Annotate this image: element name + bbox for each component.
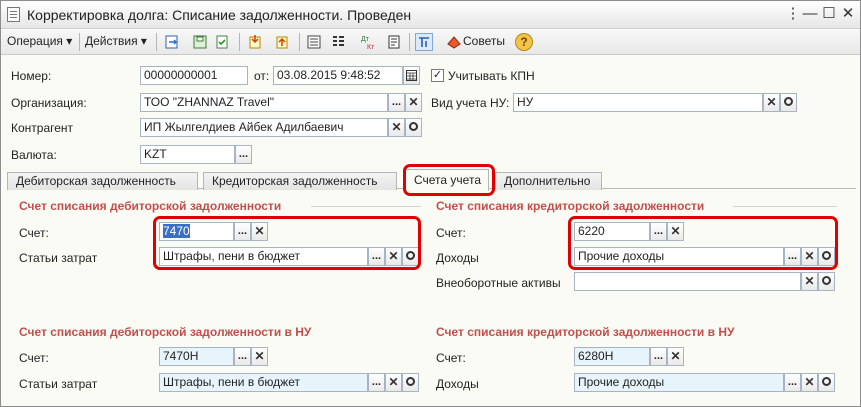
- credit-nu-account-choose-button[interactable]: ...: [650, 347, 667, 366]
- search-icon: [822, 276, 831, 285]
- search-icon: [409, 122, 418, 131]
- subordinate-structure-icon[interactable]: [415, 33, 433, 51]
- debit-section-title: Счет списания дебиторской задолженности: [19, 199, 282, 213]
- debit-highlight-frame: [153, 216, 421, 270]
- accounting-type-search-button[interactable]: [780, 93, 797, 112]
- debit-nu-expense-choose-button[interactable]: ...: [368, 373, 385, 392]
- create-based-on-icon[interactable]: [273, 33, 291, 51]
- credit-income-label: Доходы: [436, 251, 479, 265]
- debit-nu-account-choose-button[interactable]: ...: [234, 347, 251, 366]
- credit-account-label: Счет:: [436, 226, 466, 240]
- debit-nu-account-field[interactable]: 7470Н: [159, 347, 234, 366]
- number-label: Номер:: [11, 69, 52, 83]
- window-menu-button[interactable]: ⋮: [784, 6, 802, 22]
- credit-nu-income-choose-button[interactable]: ...: [784, 373, 801, 392]
- credit-section-title: Счет списания кредиторской задолженности: [436, 199, 705, 213]
- number-field[interactable]: 00000000001: [140, 66, 248, 85]
- noncurrent-assets-label: Внеоборотные активы: [436, 276, 561, 290]
- credit-nu-section-title: Счет списания кредиторской задолженности…: [436, 325, 735, 339]
- debit-nu-section-title: Счет списания дебиторской задолженности …: [19, 325, 312, 339]
- credit-nu-account-clear-button[interactable]: ✕: [667, 347, 684, 366]
- post-and-close-icon[interactable]: [163, 33, 181, 51]
- search-icon: [784, 97, 793, 106]
- noncurrent-assets-clear-button[interactable]: ✕: [801, 272, 818, 291]
- credit-nu-income-field[interactable]: Прочие доходы: [574, 373, 784, 392]
- credit-nu-account-field[interactable]: 6280Н: [574, 347, 650, 366]
- post-icon[interactable]: [213, 33, 231, 51]
- organization-clear-button[interactable]: ✕: [405, 93, 422, 112]
- organization-label: Организация:: [11, 96, 87, 110]
- form-content: Номер: 00000000001 от: 03.08.2015 9:48:5…: [1, 56, 860, 406]
- debit-nu-expense-clear-button[interactable]: ✕: [385, 373, 402, 392]
- debit-nu-expense-label: Статьи затрат: [19, 377, 98, 391]
- dt-kt-icon[interactable]: Дт Кт: [360, 33, 378, 51]
- accounting-type-label: Вид учета НУ:: [431, 96, 510, 110]
- document-icon: [7, 7, 20, 22]
- window-title: Корректировка долга: Списание задолженно…: [27, 7, 412, 23]
- contractor-search-button[interactable]: [405, 118, 422, 137]
- debit-nu-expense-search-button[interactable]: [402, 373, 419, 392]
- credit-nu-income-search-button[interactable]: [818, 373, 835, 392]
- structure-icon[interactable]: [329, 33, 347, 51]
- toolbar-separator: [409, 33, 410, 51]
- credit-nu-income-label: Доходы: [436, 377, 479, 391]
- help-icon[interactable]: ?: [515, 33, 533, 51]
- toolbar-separator: [79, 33, 80, 51]
- tips-icon[interactable]: [445, 33, 463, 51]
- organization-choose-button[interactable]: ...: [388, 93, 405, 112]
- debit-nu-account-clear-button[interactable]: ✕: [251, 347, 268, 366]
- kpn-checkbox[interactable]: ✓: [431, 69, 444, 82]
- document-window: Корректировка долга: Списание задолженно…: [0, 0, 861, 407]
- toolbar: Операция ▾ Действия ▾ Дт Кт Советы ?: [1, 29, 860, 55]
- close-button[interactable]: ✕: [839, 6, 857, 22]
- noncurrent-assets-field[interactable]: [574, 272, 801, 291]
- accounting-type-field[interactable]: НУ: [513, 93, 763, 112]
- contractor-label: Контрагент: [11, 121, 74, 135]
- noncurrent-assets-search-button[interactable]: [818, 272, 835, 291]
- tab-additional[interactable]: Дополнительно: [495, 172, 602, 190]
- debit-nu-expense-field[interactable]: Штрафы, пени в бюджет: [159, 373, 368, 392]
- tab-highlight-frame: [403, 164, 495, 196]
- search-icon: [406, 377, 415, 386]
- section-divider: [733, 206, 837, 207]
- accounting-type-clear-button[interactable]: ✕: [763, 93, 780, 112]
- date-field[interactable]: 03.08.2015 9:48:52: [273, 66, 403, 85]
- debit-expense-label: Статьи затрат: [19, 251, 98, 265]
- credit-nu-account-label: Счет:: [436, 351, 466, 365]
- contractor-field[interactable]: ИП Жылгелдиев Айбек Адилбаевич: [140, 118, 388, 137]
- title-bar: Корректировка долга: Списание задолженно…: [1, 1, 860, 29]
- svg-text:Дт: Дт: [361, 36, 370, 43]
- search-icon: [822, 377, 831, 386]
- maximize-button[interactable]: ☐: [820, 6, 838, 22]
- currency-field[interactable]: KZT: [140, 145, 235, 164]
- toolbar-separator: [299, 33, 300, 51]
- currency-choose-button[interactable]: ...: [235, 145, 252, 164]
- report-icon[interactable]: [385, 33, 403, 51]
- currency-label: Валюта:: [11, 148, 57, 162]
- credit-highlight-frame: [568, 216, 838, 270]
- save-icon[interactable]: [191, 33, 209, 51]
- toolbar-separator: [239, 33, 240, 51]
- operation-menu[interactable]: Операция ▾: [7, 34, 72, 48]
- section-divider: [311, 206, 421, 207]
- organization-field[interactable]: ТОО "ZHANNAZ Travel": [140, 93, 388, 112]
- calendar-button[interactable]: [403, 66, 420, 85]
- tab-receivables[interactable]: Дебиторская задолженность: [7, 172, 198, 190]
- list-icon[interactable]: [305, 33, 323, 51]
- tab-payables[interactable]: Кредиторская задолженность: [203, 172, 397, 190]
- fill-icon[interactable]: [246, 33, 264, 51]
- debit-nu-account-label: Счет:: [19, 351, 49, 365]
- kpn-label: Учитывать КПН: [448, 69, 535, 83]
- minimize-button[interactable]: —: [801, 6, 819, 22]
- contractor-clear-button[interactable]: ✕: [388, 118, 405, 137]
- svg-text:Кт: Кт: [367, 44, 375, 50]
- tips-button[interactable]: Советы: [463, 34, 505, 48]
- toolbar-separator: [156, 33, 157, 51]
- date-label: от:: [254, 69, 270, 83]
- credit-nu-income-clear-button[interactable]: ✕: [801, 373, 818, 392]
- actions-menu[interactable]: Действия ▾: [85, 34, 147, 48]
- debit-account-label: Счет:: [19, 226, 49, 240]
